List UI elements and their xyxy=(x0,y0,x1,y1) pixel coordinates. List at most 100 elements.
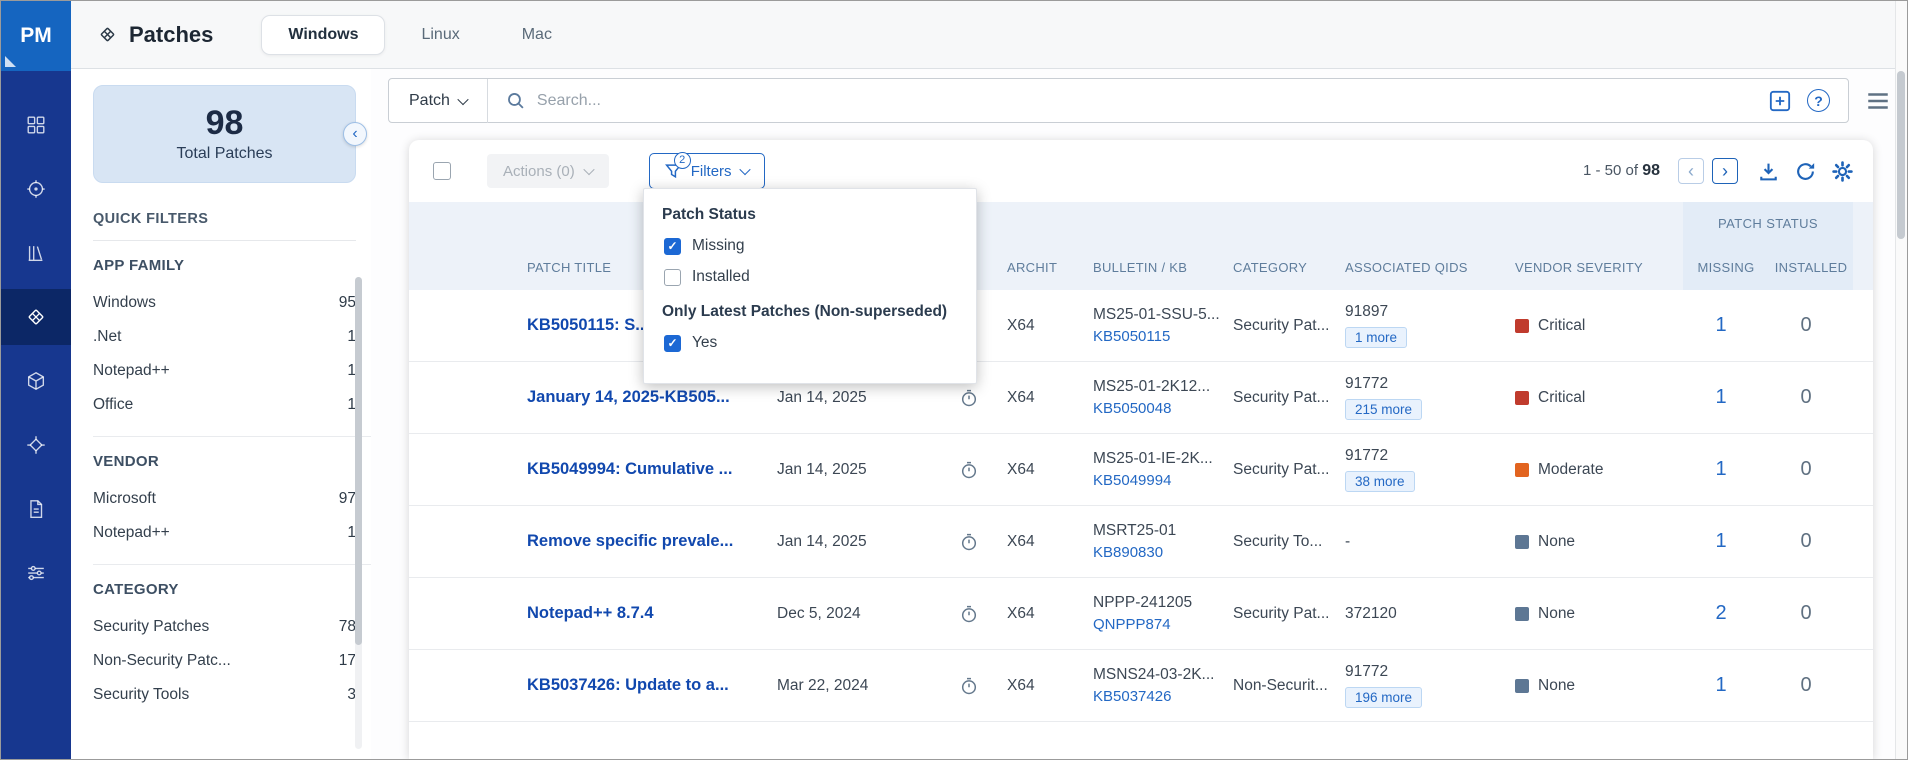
qid-more-chip[interactable]: 1 more xyxy=(1345,327,1408,348)
refresh-icon[interactable] xyxy=(1795,161,1816,182)
patch-title-link[interactable]: KB5050115: S... xyxy=(527,316,649,334)
bulletin-id: MSRT25-01 xyxy=(1093,522,1177,539)
qid-more-chip[interactable]: 38 more xyxy=(1345,471,1415,492)
filter-item-windows[interactable]: Windows 95 xyxy=(93,286,356,320)
kb-link[interactable]: KB890830 xyxy=(1093,544,1223,561)
bulletin-id: MS25-01-IE-2K... xyxy=(1093,450,1213,467)
actions-button[interactable]: Actions (0) xyxy=(487,154,609,188)
sidebar-item-scan[interactable] xyxy=(1,161,71,217)
installed-count: 0 xyxy=(1800,674,1812,696)
pagination-range: 1 - 50 of 98 xyxy=(1582,162,1660,179)
kb-link[interactable]: KB5050115 xyxy=(1093,328,1223,345)
filter-item-non-security[interactable]: Non-Security Patc... 17 xyxy=(93,644,356,678)
sidebar-item-patch-catalog[interactable] xyxy=(1,417,71,473)
kb-link[interactable]: KB5037426 xyxy=(1093,688,1223,705)
release-date: Mar 22, 2024 xyxy=(777,676,869,694)
patches-title-icon xyxy=(97,24,118,45)
filter-item-notepad[interactable]: Notepad++ 1 xyxy=(93,354,356,388)
severity-swatch xyxy=(1515,390,1529,405)
sidebar-item-admin[interactable] xyxy=(1,545,71,601)
qid: 91897 xyxy=(1345,303,1389,320)
bulletin-id: MS25-01-2K12... xyxy=(1093,378,1211,395)
missing-count[interactable]: 1 xyxy=(1683,458,1769,481)
filter-item-microsoft[interactable]: Microsoft 97 xyxy=(93,482,356,516)
add-icon[interactable] xyxy=(1769,90,1791,112)
patch-title-link[interactable]: Remove specific prevale... xyxy=(527,532,733,550)
gear-icon[interactable] xyxy=(1832,160,1853,182)
kb-link[interactable]: KB5049994 xyxy=(1093,472,1223,489)
total-patches-label: Total Patches xyxy=(176,144,273,162)
search-input[interactable] xyxy=(524,91,1769,110)
filters-button[interactable]: 2 Filters xyxy=(648,151,765,189)
sidebar-item-deployment[interactable] xyxy=(1,353,71,409)
section-title: APP FAMILY xyxy=(93,257,185,274)
qid: 372120 xyxy=(1345,604,1397,622)
panel-scrollbar-thumb[interactable] xyxy=(355,277,362,645)
page-title: Patches xyxy=(129,21,214,47)
tab-linux[interactable]: Linux xyxy=(395,16,485,54)
filter-item-security-patches[interactable]: Security Patches 78 xyxy=(93,610,356,644)
section-title: CATEGORY xyxy=(93,581,179,598)
checkbox[interactable] xyxy=(664,268,681,286)
bulletin-id: MS25-01-SSU-5... xyxy=(1093,306,1220,323)
filter-item-notepad-vendor[interactable]: Notepad++ 1 xyxy=(93,516,356,550)
prev-page-button[interactable]: ‹ xyxy=(1678,158,1704,184)
filter-option-latest-yes[interactable]: Yes xyxy=(664,334,958,352)
qid-more-chip[interactable]: 196 more xyxy=(1345,687,1423,708)
checkbox[interactable] xyxy=(664,334,681,352)
reports-icon xyxy=(25,498,47,520)
help-icon[interactable]: ? xyxy=(1807,89,1830,112)
table-group-header: PATCH STATUS xyxy=(409,202,1873,244)
missing-count[interactable]: 1 xyxy=(1683,530,1769,553)
download-icon[interactable] xyxy=(1758,161,1779,182)
popup-section-title: Patch Status xyxy=(662,206,756,223)
missing-count[interactable]: 1 xyxy=(1683,674,1769,697)
installed-count: 0 xyxy=(1800,458,1812,480)
page-scrollbar-thumb[interactable] xyxy=(1897,71,1905,239)
filter-item-security-tools[interactable]: Security Tools 3 xyxy=(93,678,356,712)
missing-count[interactable]: 1 xyxy=(1683,386,1769,409)
select-all-checkbox[interactable] xyxy=(433,162,451,180)
next-page-button[interactable]: › xyxy=(1712,158,1738,184)
qid: 91772 xyxy=(1345,447,1389,464)
category: Non-Securit... xyxy=(1233,676,1328,694)
checkbox[interactable] xyxy=(664,237,681,255)
filter-item-office[interactable]: Office 1 xyxy=(93,388,356,422)
sidebar-item-inventory[interactable] xyxy=(1,225,71,281)
col-missing[interactable]: MISSING xyxy=(1683,244,1769,290)
app-logo[interactable]: PM xyxy=(1,1,71,71)
patch-title-link[interactable]: January 14, 2025-KB505... xyxy=(527,388,730,406)
search-scope-dropdown[interactable]: Patch xyxy=(389,79,487,122)
table-row: KB5037426: Update to a... Mar 22, 2024 X… xyxy=(409,650,1873,722)
kb-link[interactable]: KB5050048 xyxy=(1093,400,1223,417)
col-architecture[interactable]: ARCHIT xyxy=(1007,260,1093,275)
tab-windows[interactable]: Windows xyxy=(261,14,386,55)
collapse-panel-button[interactable]: ‹ xyxy=(343,122,367,146)
scan-icon xyxy=(25,178,47,200)
filter-option-missing[interactable]: Missing xyxy=(664,237,958,255)
kb-link[interactable]: QNPPP874 xyxy=(1093,616,1223,633)
col-vendor-severity[interactable]: VENDOR SEVERITY xyxy=(1515,260,1683,275)
filter-option-installed[interactable]: Installed xyxy=(664,268,958,286)
installed-count: 0 xyxy=(1800,602,1812,624)
sidebar-item-dashboard[interactable] xyxy=(1,97,71,153)
patch-title-link[interactable]: KB5037426: Update to a... xyxy=(527,676,729,694)
col-category[interactable]: CATEGORY xyxy=(1233,260,1345,275)
patch-title-link[interactable]: KB5049994: Cumulative ... xyxy=(527,460,732,478)
col-associated-qids[interactable]: ASSOCIATED QIDS xyxy=(1345,260,1515,275)
menu-icon[interactable] xyxy=(1865,88,1891,114)
sidebar-item-reports[interactable] xyxy=(1,481,71,537)
filter-item-dotnet[interactable]: .Net 1 xyxy=(93,320,356,354)
col-installed[interactable]: INSTALLED xyxy=(1769,244,1853,290)
missing-count[interactable]: 2 xyxy=(1683,602,1769,625)
sidebar-item-patches[interactable] xyxy=(1,289,71,345)
architecture: X64 xyxy=(1007,316,1035,334)
tab-mac[interactable]: Mac xyxy=(496,16,578,54)
col-bulletin-kb[interactable]: BULLETIN / KB xyxy=(1093,260,1233,275)
category: Security To... xyxy=(1233,532,1323,550)
filters-count-badge: 2 xyxy=(673,151,691,169)
missing-count[interactable]: 1 xyxy=(1683,314,1769,337)
qid-more-chip[interactable]: 215 more xyxy=(1345,399,1423,420)
search-icon xyxy=(506,91,525,110)
patch-title-link[interactable]: Notepad++ 8.7.4 xyxy=(527,604,654,622)
